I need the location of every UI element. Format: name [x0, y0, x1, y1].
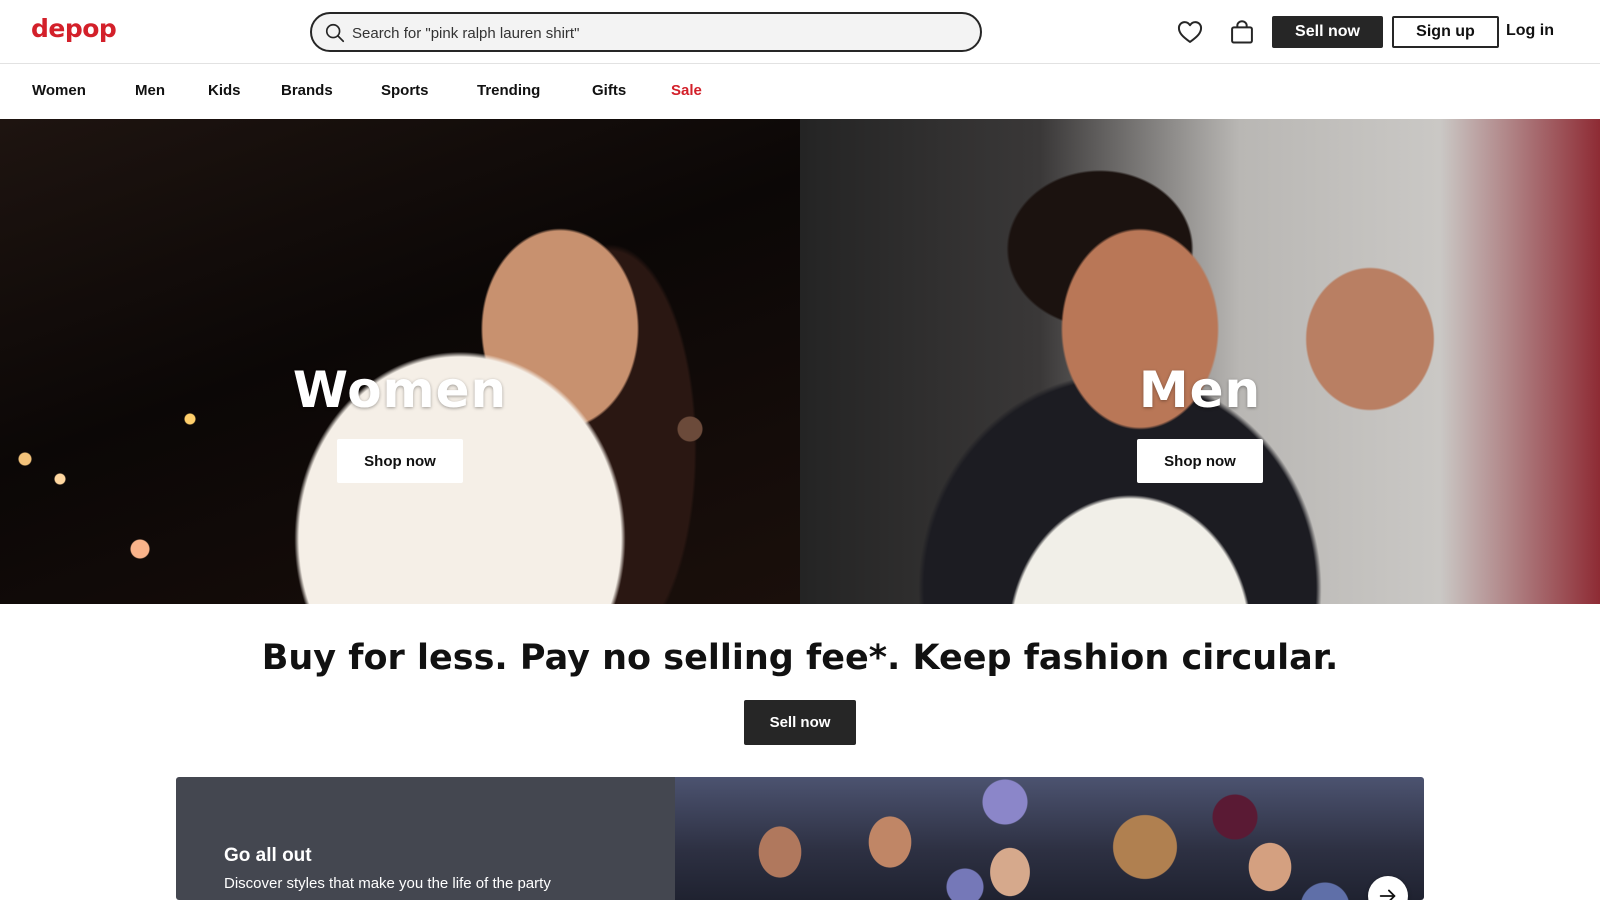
- promo-text-panel: Go all out Discover styles that make you…: [176, 777, 675, 900]
- search-bar[interactable]: [310, 12, 982, 52]
- nav-item-gifts[interactable]: Gifts: [592, 82, 626, 99]
- category-nav: Women Men Kids Brands Sports Trending Gi…: [0, 64, 1600, 119]
- promo-banner[interactable]: Go all out Discover styles that make you…: [176, 777, 1424, 900]
- nav-item-brands[interactable]: Brands: [281, 82, 333, 99]
- search-icon: [325, 23, 345, 43]
- hero-men-title: Men: [1138, 361, 1262, 419]
- promo-subtitle: Discover styles that make you the life o…: [224, 875, 551, 892]
- log-in-link[interactable]: Log in: [1506, 22, 1554, 40]
- women-shop-now-button[interactable]: Shop now: [337, 439, 463, 483]
- hero-women-title: Women: [292, 361, 508, 419]
- nav-item-trending[interactable]: Trending: [477, 82, 540, 99]
- promo-title: Go all out: [224, 845, 312, 866]
- nav-item-women[interactable]: Women: [32, 82, 86, 99]
- sign-up-button[interactable]: Sign up: [1392, 16, 1499, 48]
- header-sell-now-button[interactable]: Sell now: [1272, 16, 1383, 48]
- nav-item-kids[interactable]: Kids: [208, 82, 241, 99]
- men-shop-now-button[interactable]: Shop now: [1137, 439, 1263, 483]
- promo-party-image: [675, 777, 1424, 900]
- nav-item-sports[interactable]: Sports: [381, 82, 429, 99]
- nav-item-men[interactable]: Men: [135, 82, 165, 99]
- search-input[interactable]: [352, 21, 952, 45]
- arrow-right-icon: [1379, 889, 1396, 900]
- bag-icon[interactable]: [1228, 18, 1256, 46]
- selling-tagline: Buy for less. Pay no selling fee*. Keep …: [261, 638, 1339, 678]
- heart-icon[interactable]: [1176, 18, 1204, 46]
- nav-item-sale[interactable]: Sale: [671, 82, 702, 99]
- tagline-sell-now-button[interactable]: Sell now: [744, 700, 856, 745]
- hero-women-banner[interactable]: Women Shop now: [0, 119, 800, 604]
- depop-logo[interactable]: depop: [31, 14, 117, 43]
- hero-men-banner[interactable]: Men Shop now: [800, 119, 1600, 604]
- site-header: depop Sell now Sign up Log in: [0, 0, 1600, 64]
